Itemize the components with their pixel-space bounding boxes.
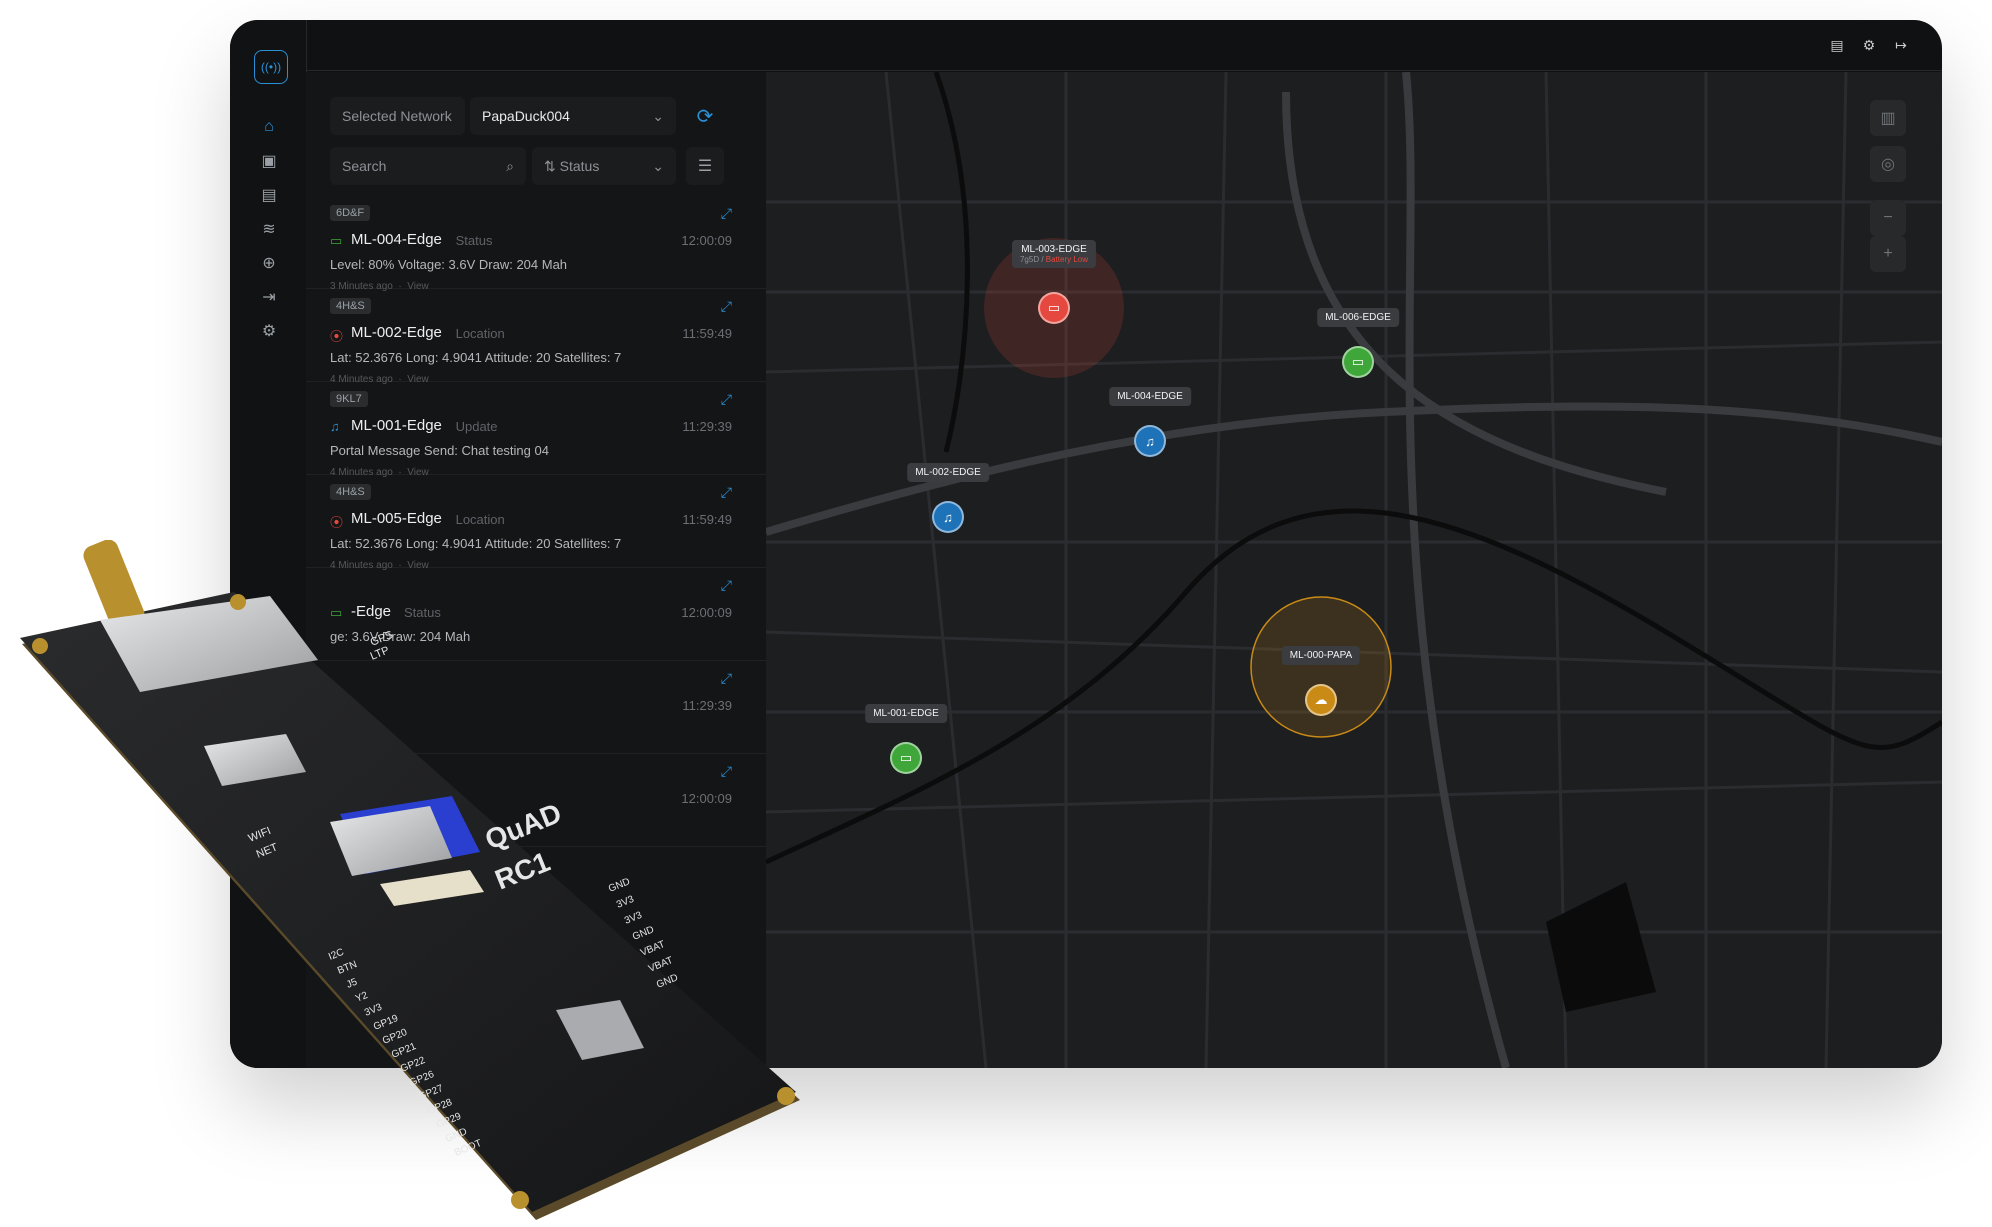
expand-icon[interactable]: ⤢	[721, 484, 732, 501]
battery-icon: ▭	[330, 233, 343, 248]
map-pin[interactable]: ▭ ML-001-EDGE	[865, 704, 947, 774]
map-pin[interactable]: ☁ ML-000-PAPA	[1281, 646, 1361, 716]
message-device-name: ML-005-Edge	[351, 510, 442, 527]
cloud-upload-icon: ☁	[1305, 684, 1337, 716]
bell-icon: ♫	[1134, 425, 1166, 457]
message-id-badge: 9KL7	[330, 391, 368, 407]
gear-icon[interactable]: ⚙	[256, 318, 282, 344]
pin-label-text: ML-003-EDGE	[1021, 244, 1087, 255]
map-pin-label: ML-003-EDGE 7g5D / Battery Low	[1011, 240, 1097, 268]
message-time: 11:29:39	[682, 419, 732, 434]
search-placeholder: Search	[342, 158, 387, 174]
board-silk-label: 3V3	[615, 894, 636, 911]
map-roads	[766, 72, 1942, 1068]
map-pin[interactable]: ▭ ML-003-EDGE 7g5D / Battery Low	[1011, 240, 1097, 324]
message-id-badge: 4H&S	[330, 484, 371, 500]
quad-rc1-board-image: QuAD RC1 GPS LTP WIFI NET GND3V33V3GNDVB…	[20, 540, 800, 1220]
expand-icon[interactable]: ⤢	[721, 205, 732, 222]
gear-icon[interactable]: ⚙	[1860, 36, 1878, 54]
message-detail: Lat: 52.3676 Long: 4.9041 Attitude: 20 S…	[330, 350, 622, 365]
location-pin-icon: ⦿	[330, 515, 344, 530]
message-item[interactable]: 9KL7 ⤢ ♫ ML-001-Edge Update 11:29:39 Portal Me…	[306, 381, 766, 478]
home-icon[interactable]: ⌂	[256, 114, 282, 140]
map-pin-label: ML-000-PAPA	[1281, 646, 1361, 665]
message-detail: Portal Message Send: Chat testing 04	[330, 443, 549, 458]
top-bar: ▤ ⚙ ↦	[306, 20, 1942, 71]
compass-icon[interactable]: ◎	[1870, 146, 1906, 182]
bell-icon: ♫	[330, 419, 340, 434]
message-device-name: ML-002-Edge	[351, 324, 442, 341]
pin-label-text: ML-002-EDGE	[915, 467, 981, 478]
network-select[interactable]: PapaDuck004 ⌄	[470, 97, 676, 135]
map-icon[interactable]: ▤	[256, 182, 282, 208]
board-silk-label: 3V3	[623, 910, 644, 927]
expand-icon[interactable]: ⤢	[721, 298, 732, 315]
sort-label: Status	[559, 157, 600, 174]
map-pin-label: ML-002-EDGE	[907, 463, 989, 482]
chevron-down-icon: ⌄	[652, 107, 664, 124]
wifi-icon[interactable]: ≋	[256, 216, 282, 242]
zoom-in-icon[interactable]: +	[1870, 236, 1906, 272]
map-layer-icon[interactable]: ▥	[1870, 100, 1906, 136]
message-device-name: ML-001-Edge	[351, 417, 442, 434]
pin-label-text: ML-001-EDGE	[873, 708, 939, 719]
message-type: Update	[455, 419, 498, 434]
map-pin[interactable]: ▭ ML-006-EDGE	[1317, 308, 1399, 378]
map-view[interactable]: ▥ ◎ − + ▭ ML-003-EDGE 7g5D / Battery Low ▭ M…	[766, 72, 1942, 1068]
pin-label-text: ML-004-EDGE	[1117, 391, 1183, 402]
message-id-badge: 4H&S	[330, 298, 371, 314]
chip-icon[interactable]: ▣	[256, 148, 282, 174]
message-item[interactable]: 6D&F ⤢ ▭ ML-004-Edge Status 12:00:09 Level: 80…	[306, 195, 766, 292]
board-silk-label: GND	[607, 876, 632, 895]
expand-icon[interactable]: ⤢	[721, 391, 732, 408]
search-input[interactable]: Search ⌕	[330, 147, 526, 185]
board-silk-label: GND	[444, 1126, 469, 1145]
map-pin-label: ML-004-EDGE	[1109, 387, 1191, 406]
sort-icon: ⇅	[544, 157, 560, 174]
message-type: Status	[455, 233, 493, 248]
message-item[interactable]: 4H&S ⤢ ⦿ ML-002-Edge Location 11:59:49 Lat: 52…	[306, 288, 766, 385]
selected-network-label: Selected Network	[330, 97, 465, 135]
chevron-down-icon: ⌄	[652, 157, 664, 174]
map-pin[interactable]: ♫ ML-004-EDGE	[1109, 387, 1191, 457]
zoom-out-icon[interactable]: −	[1870, 200, 1906, 236]
message-time: 12:00:09	[681, 233, 732, 248]
document-icon[interactable]: ▤	[1828, 36, 1846, 54]
refresh-icon[interactable]: ⟳	[686, 97, 724, 135]
message-detail: Level: 80% Voltage: 3.6V Draw: 204 Mah	[330, 257, 568, 272]
battery-icon: ▭	[1038, 292, 1070, 324]
board-brand-text: QuAD	[481, 797, 566, 855]
pin-label-text: ML-006-EDGE	[1325, 312, 1391, 323]
board-silk-label: GND	[631, 924, 656, 943]
map-pin-label: ML-006-EDGE	[1317, 308, 1399, 327]
bell-icon: ♫	[932, 501, 964, 533]
network-value: PapaDuck004	[482, 108, 570, 124]
pin-label-text: ML-000-PAPA	[1289, 650, 1353, 661]
board-silk-label: VBAT	[639, 939, 667, 959]
pin-alert: Battery Low	[1045, 255, 1089, 264]
message-time: 11:59:49	[682, 512, 732, 527]
pin-sub-label: 7g5D / Battery Low	[1019, 255, 1089, 264]
add-circle-icon[interactable]: ⊕	[256, 250, 282, 276]
sort-select[interactable]: ⇅ Status ⌄	[532, 147, 676, 185]
message-type: Location	[455, 326, 505, 341]
message-id-badge: 6D&F	[330, 205, 371, 221]
message-type: Location	[455, 512, 505, 527]
map-pin[interactable]: ♫ ML-002-EDGE	[907, 463, 989, 533]
logout-icon[interactable]: ↦	[1892, 36, 1910, 54]
pin-sub-id: 7g5D	[1019, 255, 1040, 264]
filter-icon[interactable]: ☰	[686, 147, 724, 185]
location-pin-icon: ⦿	[330, 329, 344, 344]
message-time: 11:59:49	[682, 326, 732, 341]
battery-icon: ▭	[890, 742, 922, 774]
message-device-name: ML-004-Edge	[351, 231, 442, 248]
broadcast-logo-icon[interactable]: ((•))	[254, 50, 288, 84]
search-icon: ⌕	[506, 157, 514, 174]
map-pin-label: ML-001-EDGE	[865, 704, 947, 723]
battery-icon: ▭	[1342, 346, 1374, 378]
export-icon[interactable]: ⇥	[256, 284, 282, 310]
